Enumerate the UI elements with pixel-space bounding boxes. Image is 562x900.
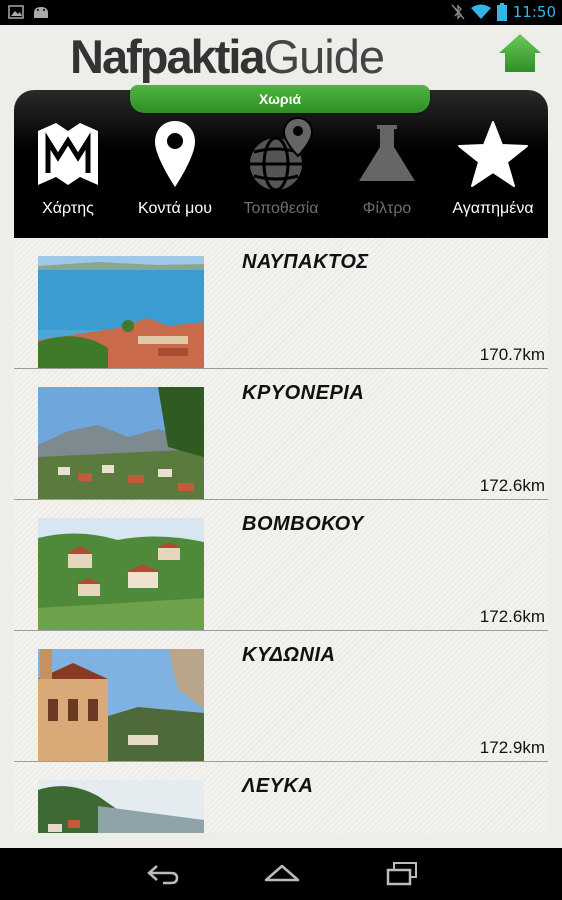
village-thumbnail: [38, 387, 204, 499]
village-name: ΚΡΥΟΝΕΡΙΑ: [242, 382, 365, 404]
bluetooth-off-icon: [451, 4, 465, 20]
status-time: 11:50: [512, 3, 556, 21]
back-button[interactable]: [143, 860, 183, 888]
map-icon: [38, 123, 98, 185]
toolbar-map-button[interactable]: Χάρτης: [15, 114, 121, 232]
village-distance: 172.6km: [479, 607, 545, 626]
star-icon: [458, 121, 528, 187]
recent-apps-button[interactable]: [382, 860, 422, 888]
list-item[interactable]: ΒΟΜΒΟΚΟΥ 172.6km: [14, 500, 548, 631]
wifi-icon: [470, 4, 491, 19]
village-name: ΝΑΥΠΑΚΤΟΣ: [242, 251, 369, 273]
list-item[interactable]: ΚΡΥΟΝΕΡΙΑ 172.6km: [14, 369, 548, 500]
home-icon: [499, 34, 541, 72]
village-name: ΒΟΜΒΟΚΟΥ: [242, 513, 364, 535]
flask-icon: [359, 125, 415, 181]
village-name: ΛΕΥΚΑ: [242, 775, 314, 797]
village-thumbnail: [38, 518, 204, 630]
village-thumbnail: [38, 256, 204, 368]
list-item[interactable]: ΛΕΥΚΑ: [14, 762, 548, 833]
home-button[interactable]: [496, 31, 544, 75]
logo-bold-text: Nafpaktia: [70, 30, 266, 83]
list-item[interactable]: ΚΥΔΩΝΙΑ 172.9km: [14, 631, 548, 762]
village-distance: 172.6km: [479, 476, 545, 495]
toolbar-label: Κοντά μου: [137, 200, 213, 217]
toolbar-favorites-button[interactable]: Αγαπημένα: [440, 114, 546, 232]
village-thumbnail: [38, 780, 204, 833]
status-bar: 11:50: [0, 0, 562, 25]
toolbar-nearby-button[interactable]: Κοντά μου: [122, 114, 228, 232]
image-notification-icon: [8, 5, 24, 19]
battery-icon: [496, 3, 507, 21]
recent-apps-icon: [386, 862, 417, 886]
toolbar-label: Χάρτης: [42, 200, 94, 217]
location-pin-icon: [155, 121, 195, 187]
app-logo: Nafpaktia Guide: [70, 29, 385, 85]
village-list[interactable]: ΝΑΥΠΑΚΤΟΣ 170.7km ΚΡΥΟΝΕΡΙΑ 172.6km ΒΟΜΒ…: [14, 238, 548, 833]
list-item[interactable]: ΝΑΥΠΑΚΤΟΣ 170.7km: [14, 238, 548, 369]
system-nav-bar: [0, 848, 562, 900]
village-thumbnail: [38, 649, 204, 761]
toolbar-location-button[interactable]: Τοποθεσία: [228, 114, 334, 232]
logo-light-text: Guide: [263, 30, 385, 83]
toolbar-label: Φίλτρο: [362, 200, 412, 217]
village-name: ΚΥΔΩΝΙΑ: [242, 644, 336, 666]
toolbar-label: Τοποθεσία: [243, 200, 319, 217]
toolbar-filter-button[interactable]: Φίλτρο: [334, 114, 440, 232]
android-notification-icon: [34, 7, 48, 18]
village-distance: 172.9km: [479, 738, 545, 757]
home-nav-button[interactable]: [262, 860, 302, 888]
toolbar-label: Αγαπημένα: [452, 200, 534, 217]
globe-pin-icon: [250, 116, 314, 192]
village-distance: 170.7km: [479, 345, 545, 364]
app-header: Nafpaktia Guide: [0, 25, 562, 90]
section-title-tab: Χωριά: [130, 85, 430, 113]
home-nav-icon: [264, 864, 300, 882]
back-icon: [147, 865, 179, 885]
